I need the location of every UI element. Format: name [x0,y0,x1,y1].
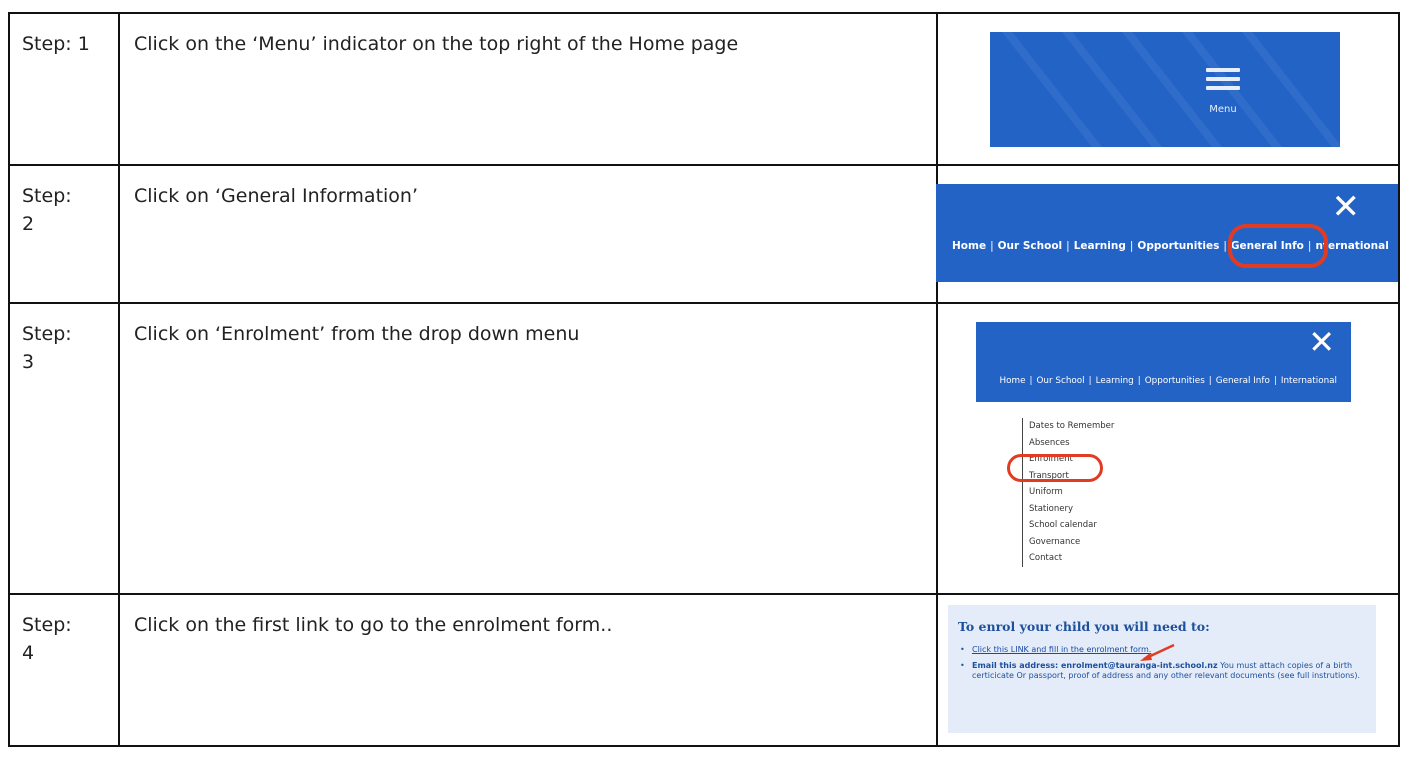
nav-bar: Home | Our School | Learning | Opportunities | G… [999,376,1337,386]
dropdown-item[interactable]: Uniform [1029,484,1229,501]
nav-link[interactable]: Our School [998,240,1063,252]
nav-banner: ✕ Home | Our School | Learning | Opportunities… [976,322,1351,402]
close-icon[interactable]: ✕ [1332,190,1361,224]
dropdown-screenshot: ✕ Home | Our School | Learning | Opportunities… [976,322,1351,567]
nav-link[interactable]: Opportunities [1137,240,1219,252]
dropdown-item[interactable]: Absences [1029,435,1229,452]
nav-link[interactable]: Our School [1036,376,1084,386]
step-label: Step: 4 [22,614,72,664]
nav-link[interactable]: Opportunities [1145,376,1205,386]
nav-screenshot: ✕ Home | Our School | Learning | Opportunities… [936,184,1398,282]
close-icon[interactable]: ✕ [1308,326,1335,358]
step-instruction: Click on the first link to go to the enr… [134,614,613,636]
enrolment-form-link[interactable]: Click this LINK and fill in the enrolmen… [972,645,1151,654]
nav-link[interactable]: Home [1000,376,1026,386]
nav-link[interactable]: Home [952,240,986,252]
dropdown-item[interactable]: Contact [1029,550,1229,567]
dropdown-item[interactable]: Dates to Remember [1029,418,1229,435]
menu-caption: Menu [1209,104,1237,115]
step-label: Step: 1 [22,33,90,55]
email-address-text: Email this address: enrolment@tauranga-i… [972,660,1218,670]
step-label: Step: 3 [22,323,72,373]
step-instruction: Click on the ‘Menu’ indicator on the top… [134,33,739,55]
nav-link[interactable]: Learning [1074,240,1126,252]
step-instruction: Click on ‘Enrolment’ from the drop down … [134,323,580,345]
step-row: Step: 1 Click on the ‘Menu’ indicator on… [8,12,1400,166]
dropdown-menu: Dates to Remember Absences Enrolment Tra… [1007,418,1229,567]
step-row: Step: 4 Click on the first link to go to… [8,593,1400,747]
nav-link[interactable]: General Info [1216,376,1270,386]
highlight-circle [1007,454,1103,482]
step-row: Step: 2 Click on ‘General Information’ ✕… [8,164,1400,304]
highlight-circle [1228,224,1328,268]
steps-table: Step: 1 Click on the ‘Menu’ indicator on… [8,12,1400,747]
dropdown-item[interactable]: School calendar [1029,517,1229,534]
step-label: Step: 2 [22,185,72,235]
dropdown-item[interactable]: Stationery [1029,501,1229,518]
enrol-heading: To enrol your child you will need to: [958,619,1210,634]
dropdown-item[interactable]: Governance [1029,534,1229,551]
pointer-arrow-icon [1140,643,1175,661]
step-instruction: Click on ‘General Information’ [134,185,418,207]
hamburger-menu-icon[interactable] [1206,68,1240,95]
menu-screenshot: Menu [990,32,1340,147]
nav-link[interactable]: International [1281,376,1337,386]
nav-link[interactable]: Learning [1096,376,1134,386]
list-item: • Email this address: enrolment@tauranga-… [960,660,1360,681]
enrolment-screenshot: To enrol your child you will need to: • C… [948,605,1376,733]
step-row: Step: 3 Click on ‘Enrolment’ from the dr… [8,302,1400,595]
